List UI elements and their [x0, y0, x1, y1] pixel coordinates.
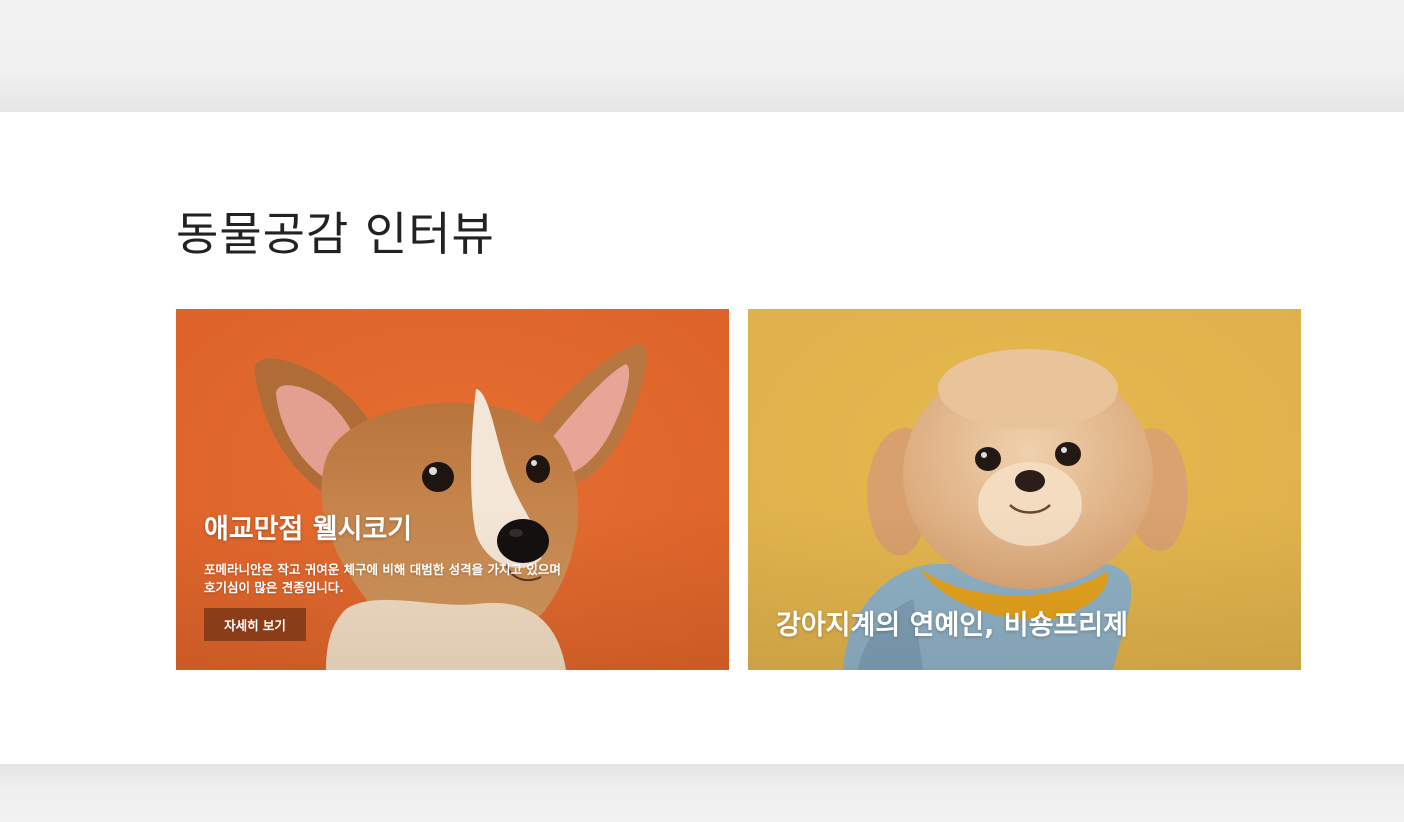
- card-description: 포메라니안은 작고 귀여운 체구에 비해 대범한 성격을 가지고 있으며 호기심…: [204, 562, 561, 595]
- view-details-button[interactable]: 자세히 보기: [204, 608, 306, 641]
- interview-card-corgi[interactable]: 애교만점 웰시코기 포메라니안은 작고 귀여운 체구에 비해 대범한 성격을 가…: [176, 309, 729, 670]
- section-title: 동물공감 인터뷰: [176, 207, 495, 261]
- interview-section: 동물공감 인터뷰 애교만점 웰시코기 포메라니안은 작고 귀여운 체구에 비해 …: [0, 112, 1404, 764]
- bottom-band: [0, 764, 1404, 822]
- interview-card-bichon[interactable]: 강아지계의 연예인, 비숑프리제: [748, 309, 1301, 670]
- card-title: 애교만점 웰시코기: [204, 514, 413, 545]
- top-band: [0, 0, 1404, 112]
- card-title: 강아지계의 연예인, 비숑프리제: [776, 610, 1128, 641]
